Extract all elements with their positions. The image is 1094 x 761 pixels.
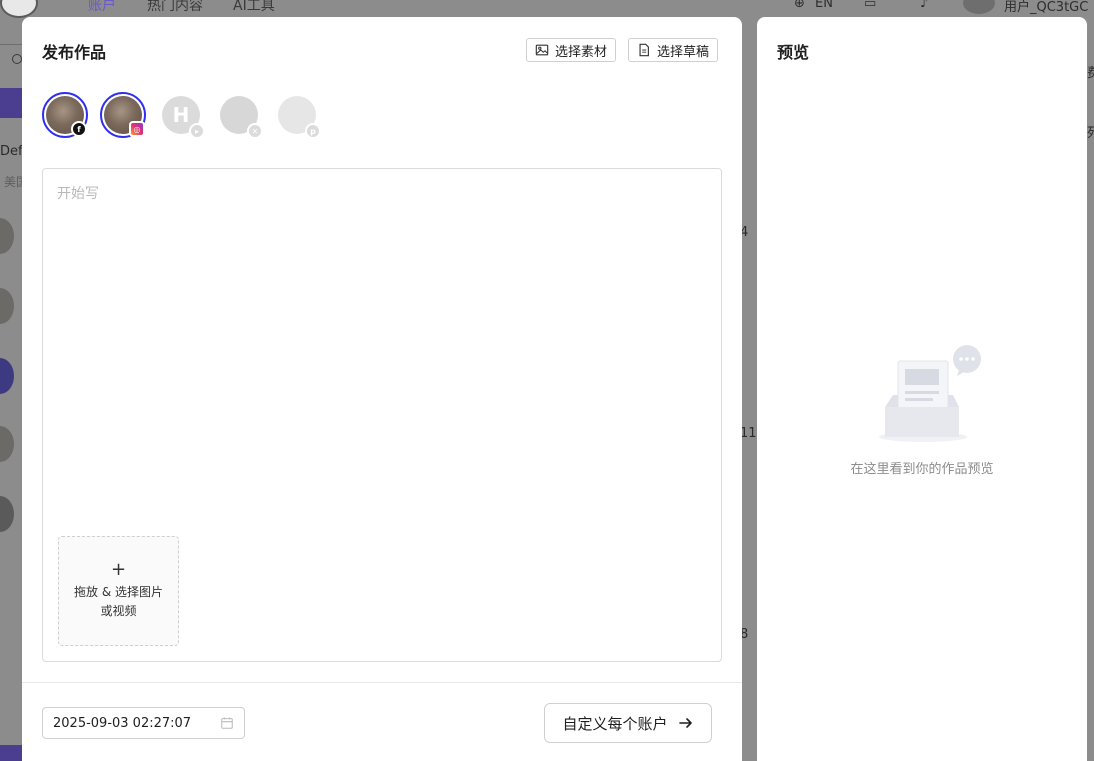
table-header-text: 死 <box>1087 126 1094 141</box>
preview-title: 预览 <box>777 43 810 62</box>
user-name[interactable]: 用户_QC3tGC <box>1004 0 1088 15</box>
calendar-icon <box>221 717 233 729</box>
empty-preview-text: 在这里看到你的作品预览 <box>850 462 994 477</box>
nav-tab-accounts[interactable]: 账户 <box>88 0 116 15</box>
table-header-text: 费 <box>1087 66 1094 81</box>
user-avatar[interactable] <box>963 0 995 14</box>
globe-icon[interactable]: ⊕ <box>794 0 805 11</box>
sidebar-divider <box>0 44 22 45</box>
plus-icon: + <box>110 559 127 580</box>
nav-tab-ai-tools[interactable]: AI工具 <box>233 0 275 15</box>
modal-title: 发布作品 <box>42 43 107 62</box>
customize-label: 自定义每个账户 <box>562 714 668 733</box>
pinterest-icon: p <box>305 123 321 139</box>
sidebar-account-avatar[interactable] <box>0 496 14 532</box>
account-avatar-instagram[interactable]: ◎ <box>100 92 146 138</box>
arrow-right-icon <box>678 718 692 728</box>
post-editor: + 拖放 & 选择图片或视频 <box>42 168 722 662</box>
youtube-icon: ▸ <box>189 123 205 139</box>
upload-label: 拖放 & 选择图片或视频 <box>74 585 163 618</box>
facebook-icon: f <box>71 121 87 137</box>
table-count: 11 <box>740 426 757 441</box>
x-icon: ✕ <box>247 123 263 139</box>
datetime-value: 2025-09-03 02:27:07 <box>53 715 192 731</box>
instagram-icon: ◎ <box>129 121 145 137</box>
account-avatar-youtube[interactable]: H ▸ <box>158 92 205 139</box>
preview-panel: 预览 在这里看到你的作品预览 <box>757 17 1087 761</box>
file-icon <box>639 43 649 57</box>
language-switch[interactable]: EN <box>815 0 833 11</box>
publish-modal: 发布作品 选择素材 选择草稿 f ◎ H ▸ ✕ p + <box>22 17 742 761</box>
media-upload-dropzone[interactable]: + 拖放 & 选择图片或视频 <box>58 536 179 646</box>
nav-tab-trending[interactable]: 热门内容 <box>147 0 203 15</box>
bell-icon[interactable]: ♪ <box>920 0 928 11</box>
calendar-icon[interactable]: ▭ <box>864 0 876 11</box>
select-draft-label: 选择草稿 <box>657 44 710 60</box>
user-search-icon[interactable] <box>12 54 22 64</box>
sidebar-bottom-button[interactable] <box>0 745 22 761</box>
select-material-label: 选择素材 <box>555 44 608 60</box>
sidebar-account-avatar[interactable] <box>0 426 14 462</box>
account-avatar-facebook[interactable]: f <box>42 92 88 138</box>
sidebar-account-avatar[interactable] <box>0 358 14 394</box>
account-avatar-pinterest[interactable]: p <box>274 92 321 139</box>
empty-inbox-icon <box>879 345 981 442</box>
sidebar-account-avatar[interactable] <box>0 288 14 324</box>
sidebar-account-avatar[interactable] <box>0 218 14 254</box>
account-avatar-x[interactable]: ✕ <box>216 92 263 139</box>
top-nav: 账户 热门内容 AI工具 ⊕ EN ▭ ♪ 用户_QC3tGC <box>0 0 1094 17</box>
select-draft-button[interactable]: 选择草稿 <box>628 38 719 62</box>
account-selector: f ◎ H ▸ ✕ p <box>42 92 321 139</box>
select-material-button[interactable]: 选择素材 <box>526 38 617 62</box>
sidebar-active-item[interactable] <box>0 88 22 118</box>
post-text-input[interactable] <box>57 183 697 483</box>
schedule-datetime-picker[interactable]: 2025-09-03 02:27:07 <box>42 707 245 739</box>
sidebar-group-title: Def <box>0 144 23 159</box>
image-icon <box>535 44 549 56</box>
customize-each-account-button[interactable]: 自定义每个账户 <box>544 703 712 743</box>
footer-divider <box>22 682 742 683</box>
